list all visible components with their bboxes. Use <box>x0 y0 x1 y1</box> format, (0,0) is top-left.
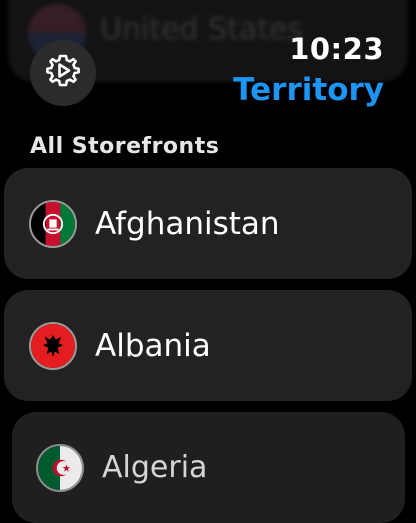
list-item-albania[interactable]: Albania <box>4 290 412 401</box>
gear-icon <box>45 53 81 93</box>
selected-storefront-label: United States <box>100 12 304 47</box>
albania-flag-icon <box>29 321 77 370</box>
afghanistan-flag-icon <box>29 199 77 248</box>
list-item-label: Albania <box>95 327 211 364</box>
settings-button[interactable] <box>30 40 96 106</box>
list-item-algeria[interactable]: Algeria <box>12 412 405 523</box>
clock-time: 10:23 <box>289 32 384 66</box>
section-header: All Storefronts <box>30 134 220 159</box>
page-title: Territory <box>233 72 384 108</box>
list-item-label: Afghanistan <box>95 205 280 242</box>
list-item-afghanistan[interactable]: Afghanistan <box>4 168 412 279</box>
list-item-label: Algeria <box>102 450 208 485</box>
algeria-flag-icon <box>36 443 84 492</box>
